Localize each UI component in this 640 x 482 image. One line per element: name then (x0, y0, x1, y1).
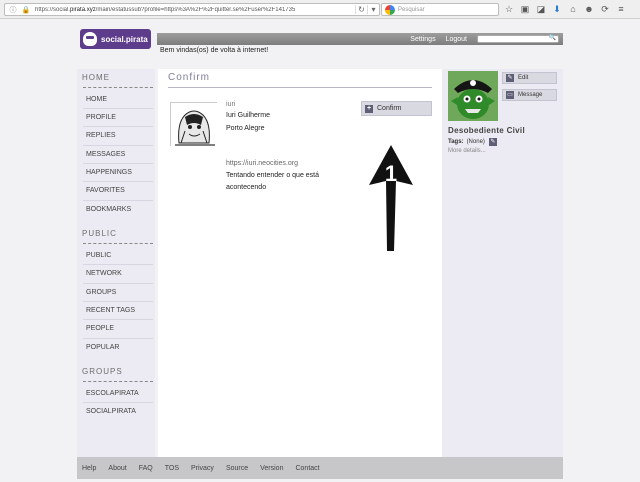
profile-location: Porto Alegre (226, 125, 265, 132)
sidebar-item-public[interactable]: PUBLIC (86, 252, 111, 259)
sync-icon[interactable]: ⟳ (600, 3, 610, 15)
top-nav: Settings Logout 🔍 (157, 33, 563, 45)
sidebar: HOME HOME PROFILE REPLIES MESSAGES HAPPE… (77, 69, 155, 457)
browser-search-input[interactable]: Pesquisar (381, 3, 499, 16)
sidebar-item-messages[interactable]: MESSAGES (86, 151, 125, 158)
site-logo[interactable]: social.pirata (80, 29, 151, 49)
mask-icon (83, 32, 97, 46)
confirm-button[interactable]: + Confirm (361, 101, 432, 116)
sidebar-item-socialpirata[interactable]: SOCIALPIRATA (86, 408, 136, 415)
search-placeholder: Pesquisar (398, 6, 425, 13)
edit-button-label: Edit (518, 75, 529, 81)
site-search-input[interactable]: 🔍 (477, 35, 559, 43)
sidebar-item-popular[interactable]: POPULAR (86, 344, 119, 351)
sidebar-item-groups[interactable]: GROUPS (86, 289, 116, 296)
browser-toolbar: ⓘ 🔒 https://social.pirata.xyz/main/estat… (0, 0, 640, 19)
footer-link-contact[interactable]: Contact (295, 465, 319, 472)
url-path: /main/estatussub?profile=https%3A%2F%2Fq… (95, 6, 296, 13)
profile-fullname: Iuri Guilherme (226, 112, 270, 119)
tags-value: (None) (466, 139, 485, 145)
pocket-icon[interactable]: ◪ (536, 3, 546, 15)
extension-icon[interactable]: ☻ (584, 3, 594, 15)
sidebar-heading-groups: GROUPS (82, 367, 123, 376)
url-host: pirata.xyz (70, 6, 96, 13)
footer-link-tos[interactable]: TOS (165, 465, 179, 472)
message-button-label: Message (518, 92, 543, 98)
footer-link-about[interactable]: About (108, 465, 126, 472)
annotation-arrow: 1 (367, 143, 415, 253)
confirm-button-label: Confirm (377, 105, 402, 112)
sidebar-item-profile[interactable]: PROFILE (86, 114, 116, 121)
main-content: Confirm iuri Iuri Guilherme Porto Alegre… (158, 69, 442, 457)
settings-link[interactable]: Settings (410, 36, 435, 43)
sidebar-item-favorites[interactable]: FAVORITES (86, 187, 125, 194)
annotation-number: 1 (385, 161, 397, 186)
page: social.pirata Settings Logout 🔍 Bem vind… (75, 19, 565, 482)
user-display-name: Desobediente Civil (448, 126, 525, 135)
sidebar-heading-public: PUBLIC (82, 229, 117, 238)
profile-avatar[interactable] (170, 102, 218, 147)
pencil-icon: ✎ (506, 74, 514, 82)
lock-icon: 🔒 (21, 6, 31, 14)
google-icon (385, 4, 395, 15)
logo-text: social.pirata (101, 34, 148, 44)
url-text[interactable]: https://social.pirata.xyz/main/estatussu… (35, 7, 355, 13)
sidebar-item-network[interactable]: NETWORK (86, 270, 122, 277)
sidebar-item-people[interactable]: PEOPLE (86, 325, 114, 332)
bookmark-star-icon[interactable]: ☆ (504, 3, 514, 15)
clipboard-icon[interactable]: ▣ (520, 3, 530, 15)
edit-tags-icon[interactable]: ✎ (488, 138, 497, 146)
welcome-message: Bem vindas(os) de volta à internet! (160, 47, 269, 54)
footer-link-version[interactable]: Version (260, 465, 283, 472)
edit-button[interactable]: ✎ Edit (502, 72, 557, 84)
page-title: Confirm (168, 72, 211, 83)
logout-link[interactable]: Logout (446, 36, 467, 43)
message-button[interactable]: ▭ Message (502, 89, 557, 101)
dropdown-icon[interactable]: ▾ (367, 5, 379, 14)
footer-link-help[interactable]: Help (82, 465, 96, 472)
sidebar-heading-home: HOME (82, 73, 110, 82)
sidebar-item-bookmarks[interactable]: BOOKMARKS (86, 206, 131, 213)
info-icon[interactable]: ⓘ (8, 5, 18, 15)
user-avatar[interactable] (448, 71, 498, 121)
message-icon: ▭ (506, 91, 514, 99)
search-icon[interactable]: 🔍 (549, 34, 556, 41)
sidebar-item-recent-tags[interactable]: RECENT TAGS (86, 307, 135, 314)
more-details-link[interactable]: More details... (448, 148, 486, 154)
footer: Help About FAQ TOS Privacy Source Versio… (77, 457, 563, 479)
plus-icon: + (365, 104, 373, 113)
sidebar-item-replies[interactable]: REPLIES (86, 132, 116, 139)
profile-bio-line2: acontecendo (226, 184, 267, 191)
download-icon[interactable]: ⬇ (552, 3, 562, 15)
profile-sidebar: ✎ Edit ▭ Message Desobediente Civil Tags… (442, 69, 563, 457)
profile-homepage[interactable]: https://iuri.neocities.org (226, 160, 298, 167)
tags-label: Tags: (448, 139, 464, 145)
sidebar-item-home[interactable]: HOME (86, 96, 107, 103)
url-prefix: https://social. (35, 6, 71, 13)
reload-icon[interactable]: ↻ (355, 5, 367, 14)
profile-nickname: iuri (226, 101, 236, 108)
footer-link-faq[interactable]: FAQ (139, 465, 153, 472)
user-tags: Tags: (None) ✎ (448, 138, 497, 146)
footer-link-source[interactable]: Source (226, 465, 248, 472)
sidebar-item-happenings[interactable]: HAPPENINGS (86, 169, 132, 176)
menu-icon[interactable]: ≡ (616, 3, 626, 15)
address-bar[interactable]: ⓘ 🔒 https://social.pirata.xyz/main/estat… (4, 3, 380, 16)
home-icon[interactable]: ⌂ (568, 3, 578, 15)
profile-bio-line1: Tentando entender o que está (226, 172, 320, 179)
sidebar-item-escolapirata[interactable]: ESCOLAPIRATA (86, 390, 139, 397)
footer-link-privacy[interactable]: Privacy (191, 465, 214, 472)
